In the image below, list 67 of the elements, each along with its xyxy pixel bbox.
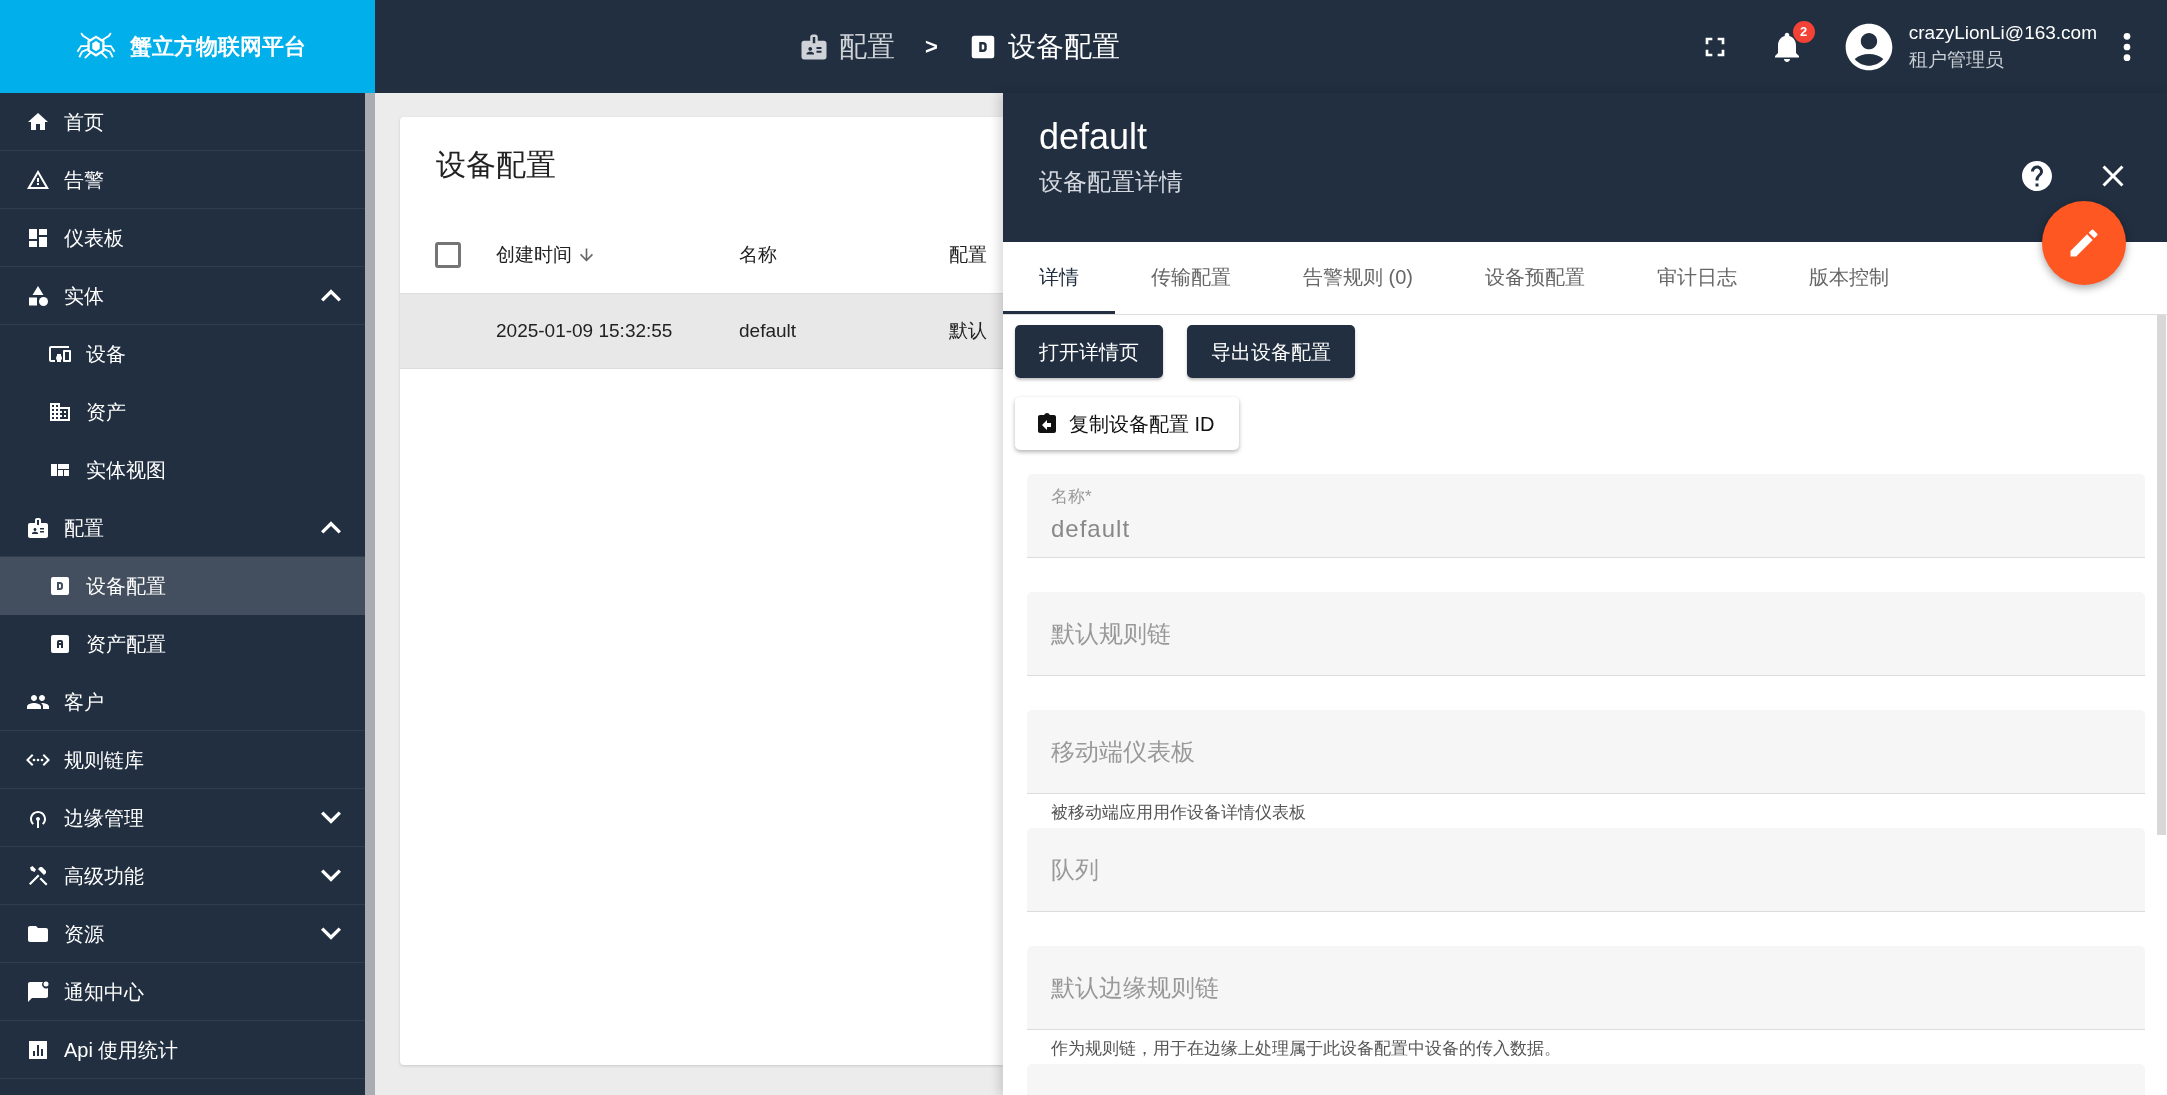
sidebar-item[interactable]: 资产配置 [0,615,365,673]
field-label: 名称* [1051,486,1092,508]
logo-text: 蟹立方物联网平台 [129,33,306,61]
breadcrumb-link[interactable]: 设备配置 [967,25,1120,68]
help-icon [2019,158,2055,194]
more-vertical-icon [2123,32,2131,61]
tab[interactable]: 告警规则 (0) [1267,242,1449,314]
chevron-up-icon [321,521,341,534]
column-header[interactable]: 配置 [949,240,987,270]
notification-badge: 2 [1792,20,1815,43]
table-row[interactable]: 2025-01-09 15:32:55 default 默认 [400,293,1003,369]
sidebar-item[interactable]: 通知中心 [0,963,365,1021]
input-field[interactable]: 移动端仪表板 [1027,710,2145,794]
input-field[interactable]: 默认规则链 [1027,592,2145,676]
tab[interactable]: 版本控制 [1773,242,1925,314]
help-button[interactable] [2019,159,2055,193]
chevron-down-icon [321,811,341,824]
panel-subtitle: 设备配置详情 [1039,167,1183,198]
sidebar-item[interactable]: 资源 [0,905,365,963]
more-menu-button[interactable] [2123,32,2131,61]
tools-icon [26,863,50,888]
scrollbar[interactable] [2157,315,2166,835]
user-email: crazyLionLi@163.com [1908,20,2097,45]
sidebar-item[interactable]: 仪表板 [0,209,365,267]
sidebar-item[interactable]: 首页 [0,93,365,151]
tab[interactable]: 详情 [1003,242,1115,314]
sidebar-item[interactable]: 客户 [0,673,365,731]
chevron-down-icon [321,927,341,940]
scrollbar[interactable] [365,93,375,1095]
panel-title: default [1039,115,1149,159]
input-field[interactable]: 队列 [1027,828,2145,912]
action-button[interactable]: 导出设备配置 [1187,325,1355,378]
field-hint: 作为规则链，用于在边缘上处理属于此设备配置中设备的传入数据。 [1050,1038,1562,1060]
letter-tile-icon [48,574,72,598]
copy-id-button[interactable]: 复制设备配置 ID [1015,397,1239,450]
sidebar-item[interactable]: 实体 [0,267,365,325]
chevron-down-icon [321,869,341,882]
clipboard-icon [1035,411,1059,436]
sidebar-item[interactable]: 高级功能 [0,847,365,905]
sidebar-item[interactable]: 设备配置 [0,557,365,615]
field-hint: 被移动端应用用作设备详情仪表板 [1050,802,1307,824]
sidebar-item[interactable]: Api 使用统计 [0,1021,365,1079]
tab[interactable]: 设备预配置 [1449,242,1621,314]
user-role: 租户管理员 [1908,47,2005,72]
building-icon [48,400,72,424]
breadcrumb-link[interactable]: 配置 [799,25,895,68]
tab[interactable]: 审计日志 [1621,242,1773,314]
sidebar-item[interactable]: 设备 [0,325,365,383]
column-header[interactable]: 创建时间 [496,240,572,270]
id-badge-icon [26,515,50,540]
edit-button[interactable] [2042,201,2126,285]
action-button[interactable]: 打开详情页 [1015,325,1163,378]
table-cell-text: default [739,318,797,343]
chevron-up-icon [321,289,341,302]
input-field[interactable]: 默认边缘规则链 [1027,946,2145,1030]
sidebar-item[interactable]: 资产 [0,383,365,441]
column-header[interactable]: 名称 [739,240,777,270]
sidebar-item[interactable]: 实体视图 [0,441,365,499]
chat-notification-icon [26,979,50,1004]
table-title: 设备配置 [435,147,557,183]
table-cell-text: 2025-01-09 15:32:55 [496,318,673,343]
breadcrumb-separator: > [925,33,938,61]
letter-tile-icon [48,632,72,656]
table-cell-text: 默认 [949,318,987,343]
tab[interactable]: 传输配置 [1115,242,1267,314]
select-all-checkbox[interactable] [435,242,461,268]
sidebar-item[interactable]: 边缘管理 [0,789,365,847]
